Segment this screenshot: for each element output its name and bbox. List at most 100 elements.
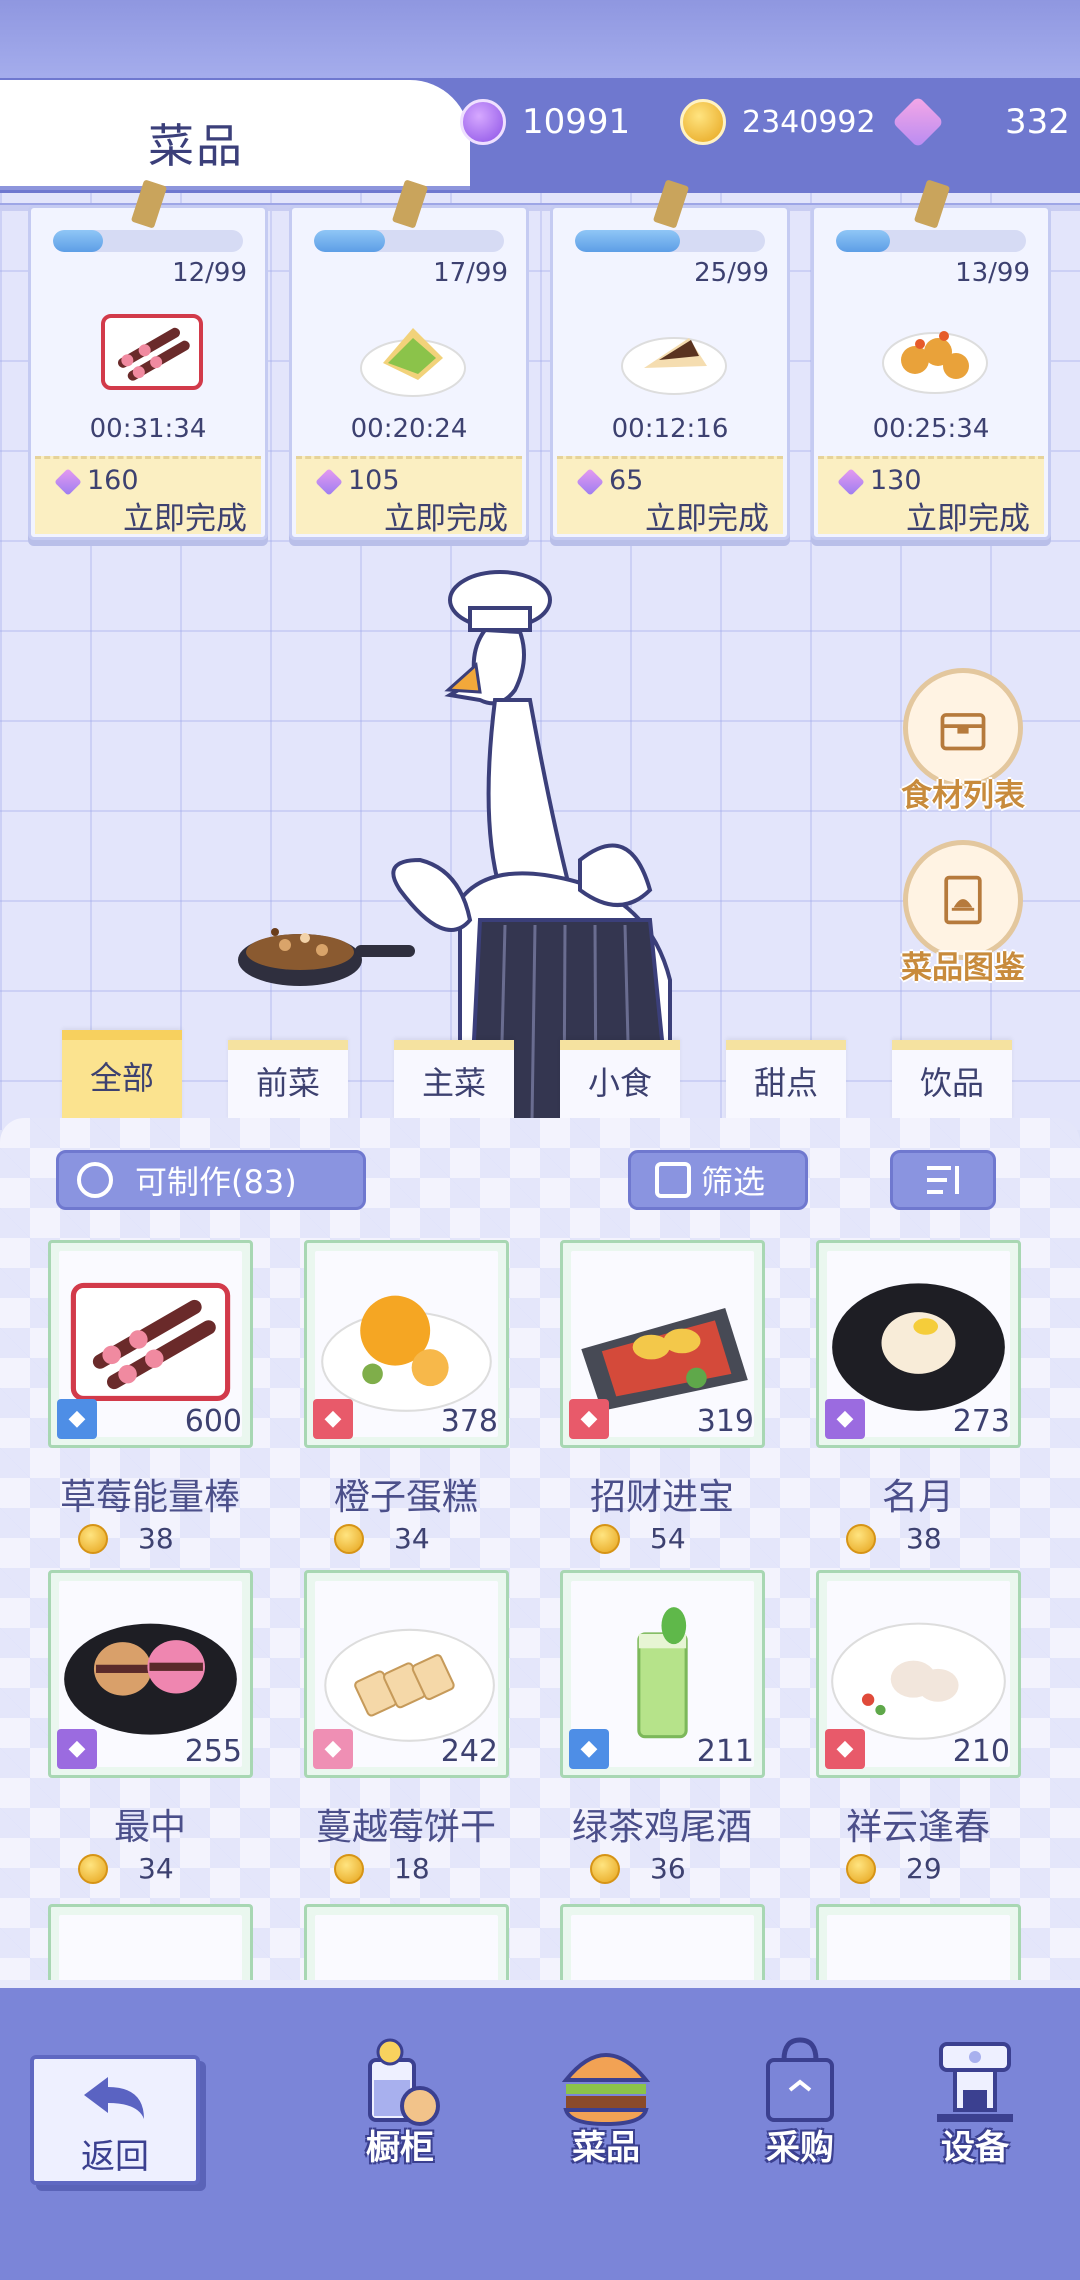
craftable-filter-button[interactable]: 可制作(83): [56, 1150, 366, 1210]
recipe-book-button[interactable]: 菜品图鉴: [888, 840, 1038, 987]
anchor-icon: ◆: [313, 1729, 353, 1769]
dish-stock-count: 319: [696, 1404, 754, 1439]
tab-drinks[interactable]: 饮品: [892, 1040, 1012, 1120]
tab-all[interactable]: 全部: [62, 1030, 182, 1120]
dish-stock-count: 600: [184, 1404, 242, 1439]
dish-card[interactable]: ◆ 273: [816, 1240, 1021, 1448]
dish-name: 橙子蛋糕: [333, 1477, 478, 1518]
tab-main-course[interactable]: 主菜: [394, 1040, 514, 1120]
tab-snack[interactable]: 小食: [560, 1040, 680, 1120]
dish-stock-count: 378: [440, 1404, 498, 1439]
dish-price-value: 38: [138, 1522, 174, 1555]
dish-card-partial[interactable]: [48, 1904, 253, 1990]
gold-coin-icon: [846, 1523, 876, 1554]
finish-now-button[interactable]: 160 立即完成: [35, 456, 261, 537]
dish-card[interactable]: ◆ 211: [560, 1570, 765, 1778]
dish-price-value: 34: [394, 1522, 430, 1555]
dish-price-value: 38: [906, 1522, 942, 1555]
order-count: 25/99: [694, 258, 769, 288]
dish-price: 34: [334, 1522, 494, 1555]
finish-cost: 65: [609, 465, 644, 496]
nav-dishes[interactable]: 菜品: [536, 2030, 676, 2169]
coffee-machine-icon: [937, 2042, 1013, 2122]
dish-price: 36: [590, 1852, 750, 1885]
tab-appetizer[interactable]: 前菜: [228, 1040, 348, 1120]
dish-card[interactable]: ◆ 319: [560, 1240, 765, 1448]
order-card-1[interactable]: 12/99 00:31:34 160 立即完成: [28, 179, 268, 540]
diamond-icon: ◆: [57, 1729, 97, 1769]
order-progress: [836, 230, 1026, 252]
currency-gold[interactable]: 2340992: [680, 98, 876, 146]
crystal-icon: [837, 468, 865, 496]
crown-icon: ◆: [313, 1399, 353, 1439]
strawberry-skewer-icon: [101, 314, 203, 390]
dish-price-value: 29: [906, 1852, 942, 1885]
gold-coin-icon: [590, 1523, 620, 1554]
currency-purple[interactable]: 10991: [460, 98, 630, 146]
dish-stock-count: 242: [440, 1734, 498, 1769]
tab-dessert[interactable]: 甜点: [726, 1040, 846, 1120]
crystal-icon: [54, 468, 82, 496]
filter-label: 筛选: [701, 1163, 766, 1201]
dish-card[interactable]: ◆ 600: [48, 1240, 253, 1448]
nav-cabinet[interactable]: 橱柜: [330, 2030, 470, 2169]
dish-card[interactable]: ◆ 210: [816, 1570, 1021, 1778]
dish-card-partial[interactable]: [304, 1904, 509, 1990]
dish-card[interactable]: ◆ 255: [48, 1570, 253, 1778]
order-card-3[interactable]: 25/99 00:12:16 65 立即完成: [550, 179, 790, 540]
back-button[interactable]: 返回: [30, 2055, 200, 2185]
finish-now-label: 立即完成: [645, 501, 769, 537]
order-timer: 00:12:16: [611, 414, 729, 444]
dish-name: 绿茶鸡尾酒: [571, 1807, 752, 1848]
order-card-2[interactable]: 17/99 00:20:24 105 立即完成: [289, 179, 529, 540]
dish-card-partial[interactable]: [560, 1904, 765, 1990]
burger-icon: [561, 2053, 651, 2127]
crystal-icon: [576, 468, 604, 496]
dish-price: 18: [334, 1852, 494, 1885]
finish-now-button[interactable]: 130 立即完成: [818, 456, 1044, 537]
order-timer: 00:31:34: [89, 414, 207, 444]
bulb-icon: ◆: [569, 1729, 609, 1769]
dish-card-partial[interactable]: [816, 1904, 1021, 1990]
order-timer: 00:20:24: [350, 414, 468, 444]
dish-card[interactable]: ◆ 378: [304, 1240, 509, 1448]
dish-name: 招财进宝: [589, 1477, 734, 1518]
dish-price-value: 36: [650, 1852, 686, 1885]
order-timer: 00:25:34: [872, 414, 990, 444]
ingredient-list-label: 食材列表: [901, 778, 1025, 814]
order-progress: [314, 230, 504, 252]
lotus-icon: ◆: [569, 1399, 609, 1439]
finish-now-button[interactable]: 65 立即完成: [557, 456, 783, 537]
sort-button[interactable]: [890, 1150, 996, 1210]
order-count: 12/99: [172, 258, 247, 288]
nav-purchase[interactable]: 采购: [730, 2030, 870, 2169]
goose-chef-character[interactable]: [230, 560, 730, 1120]
sort-icon: [927, 1166, 959, 1194]
bulb-icon: ◆: [57, 1399, 97, 1439]
order-card-4[interactable]: 13/99 00:25:34 130 立即完成: [811, 179, 1051, 540]
diamond-icon: ◆: [825, 1399, 865, 1439]
gold-coin-icon: [334, 1523, 364, 1554]
order-count: 13/99: [955, 258, 1030, 288]
nav-equipment[interactable]: 设备: [905, 2030, 1045, 2169]
dish-name: 祥云逢春: [845, 1807, 990, 1848]
recipe-book-label: 菜品图鉴: [901, 950, 1025, 986]
gold-coin-icon: [846, 1853, 876, 1884]
dish-card[interactable]: ◆ 242: [304, 1570, 509, 1778]
ingredient-list-button[interactable]: 食材列表: [888, 668, 1038, 815]
filter-button[interactable]: 筛选: [628, 1150, 808, 1210]
back-arrow-icon: [84, 2077, 144, 2119]
fried-shrimp-icon: [882, 331, 988, 394]
dish-price-value: 34: [138, 1852, 174, 1885]
dish-stock-count: 211: [696, 1734, 754, 1769]
finish-now-label: 立即完成: [123, 501, 247, 537]
finish-cost: 160: [87, 465, 139, 496]
dish-stock-count: 210: [952, 1734, 1010, 1769]
page-title: 菜品: [148, 119, 244, 173]
currency-crystal[interactable]: 332: [891, 95, 1070, 149]
back-label: 返回: [81, 2137, 149, 2177]
gold-coin-icon: [590, 1853, 620, 1884]
finish-now-button[interactable]: 105 立即完成: [296, 456, 522, 537]
gold-coin-icon: [78, 1853, 108, 1884]
dish-stock-count: 255: [184, 1734, 242, 1769]
